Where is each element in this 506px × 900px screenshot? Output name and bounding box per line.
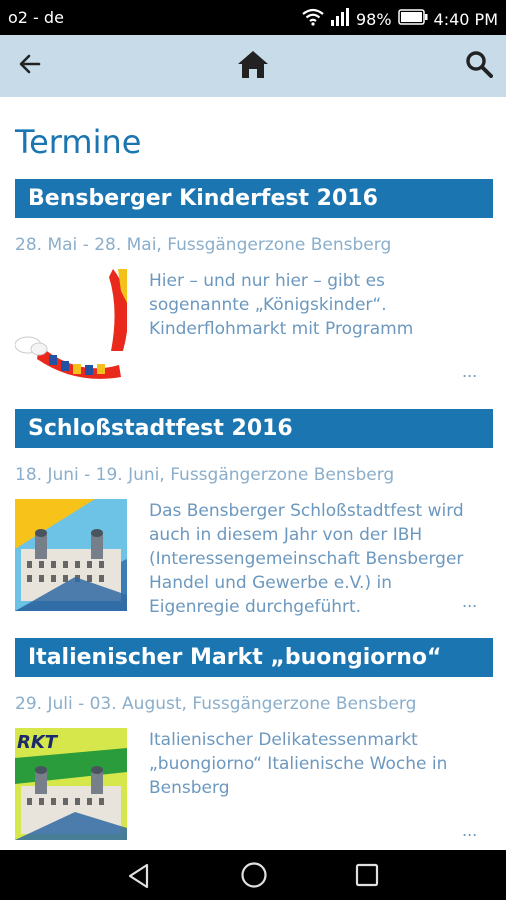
event-card[interactable]: Italienischer Markt „buongiorno“ 29. Jul… xyxy=(0,638,506,850)
event-description: Hier – und nur hier – gibt es sogenannte… xyxy=(149,271,414,339)
event-date: 18. Juni - 19. Juni, Fussgängerzone Bens… xyxy=(15,465,395,485)
event-title[interactable]: Schloßstadtfest 2016 xyxy=(15,409,493,448)
event-image xyxy=(15,499,127,611)
back-arrow-icon xyxy=(17,51,43,81)
recents-square-icon[interactable] xyxy=(355,863,379,891)
page-title: Termine xyxy=(15,123,142,161)
event-date: 29. Juli - 03. August, Fussgängerzone Be… xyxy=(15,694,417,714)
status-indicators: 98% 4:40 PM xyxy=(302,8,498,30)
app-bar xyxy=(0,35,506,97)
carrier-label: o2 - de xyxy=(8,8,64,27)
battery-percent: 98% xyxy=(355,9,392,29)
back-button[interactable] xyxy=(10,35,50,97)
thumb-logo-text: RKT xyxy=(17,732,59,753)
event-description: Italienischer Delikatessenmarkt „buongio… xyxy=(149,730,448,798)
back-triangle-icon[interactable] xyxy=(126,863,152,893)
event-date: 28. Mai - 28. Mai, Fussgängerzone Bensbe… xyxy=(15,235,392,255)
wifi-icon xyxy=(302,8,324,30)
event-title[interactable]: Bensberger Kinderfest 2016 xyxy=(15,179,493,218)
battery-icon xyxy=(397,9,428,29)
status-bar: o2 - de 98% 4:40 PM xyxy=(0,0,506,35)
event-card[interactable]: Bensberger Kinderfest 2016 28. Mai - 28.… xyxy=(0,179,506,389)
signal-icon xyxy=(330,8,350,30)
home-button[interactable] xyxy=(233,35,273,97)
more-indicator[interactable]: ... xyxy=(462,592,477,611)
event-title[interactable]: Italienischer Markt „buongiorno“ xyxy=(15,638,493,677)
more-indicator[interactable]: ... xyxy=(462,362,477,381)
home-circle-icon[interactable] xyxy=(240,861,268,893)
more-indicator[interactable]: ... xyxy=(462,821,477,840)
home-icon xyxy=(237,49,269,83)
search-icon xyxy=(465,50,493,82)
event-image: RKT xyxy=(15,728,127,840)
system-nav-bar xyxy=(0,850,506,900)
events-list[interactable]: Termine Bensberger Kinderfest 2016 28. M… xyxy=(0,97,506,850)
event-image xyxy=(15,269,127,381)
event-description: Das Bensberger Schloßstadtfest wird auch… xyxy=(149,501,464,617)
clock: 4:40 PM xyxy=(433,9,498,29)
event-card[interactable]: Schloßstadtfest 2016 18. Juni - 19. Juni… xyxy=(0,409,506,619)
search-button[interactable] xyxy=(458,35,500,97)
